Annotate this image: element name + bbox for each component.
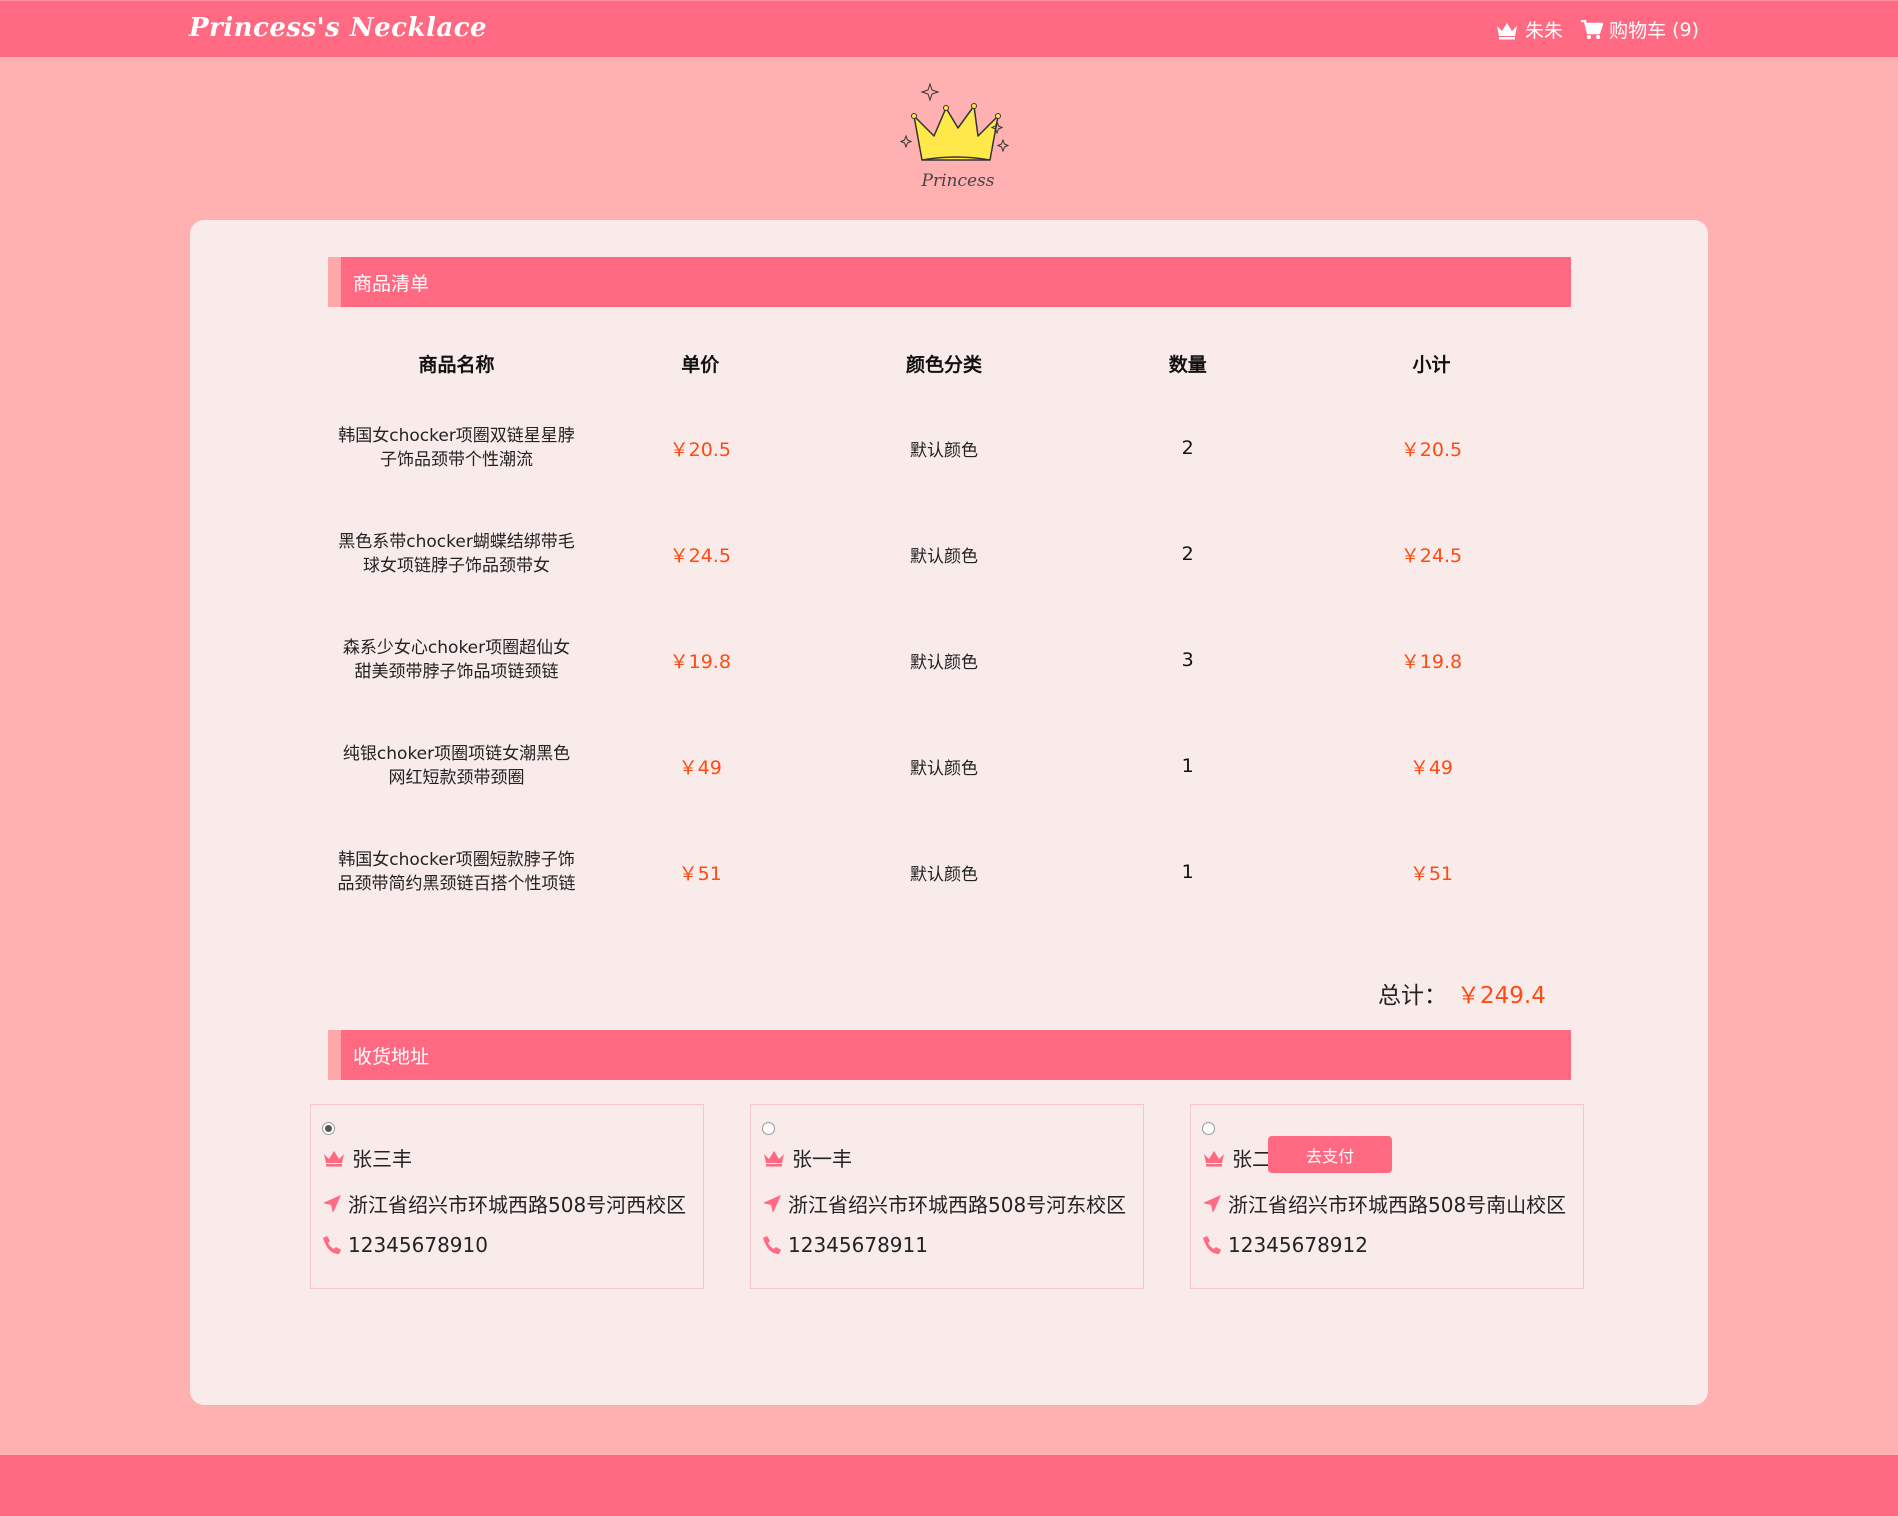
address-card[interactable]: 张三丰 浙江省绍兴市环城西路508号河西校区 12345678910 (310, 1104, 704, 1289)
total-label: 总计： (1378, 983, 1447, 1009)
table-row: 韩国女chocker项圈短款脖子饰 品颈带简约黑颈链百搭个性项链 ￥51 默认颜色… (328, 832, 1560, 912)
address-radio[interactable] (322, 1122, 335, 1135)
recipient-name-line: 张三丰 (322, 1143, 412, 1172)
subtotal: ￥51 (1409, 862, 1454, 885)
quantity: 2 (1181, 543, 1194, 565)
address-section-title: 收货地址 (353, 1046, 430, 1068)
crown-icon (324, 1150, 344, 1166)
phone-icon (323, 1236, 341, 1254)
cart-label: 购物车 (1609, 20, 1667, 42)
product-name[interactable]: 韩国女chocker项圈双链星星脖 子饰品颈带个性潮流 (328, 424, 585, 472)
goods-section-header: 商品清单 (328, 257, 1571, 307)
order-card: 商品清单 商品名称 单价 颜色分类 数量 小计 韩国女chocker项圈双链星星… (190, 220, 1708, 1405)
phone-number: 12345678910 (348, 1233, 488, 1257)
address-text: 浙江省绍兴市环城西路508号河西校区 (348, 1193, 687, 1217)
location-arrow-icon (763, 1194, 781, 1213)
table-row: 韩国女chocker项圈双链星星脖 子饰品颈带个性潮流 ￥20.5 默认颜色 2 … (328, 408, 1560, 488)
address-card[interactable]: 张一丰 浙江省绍兴市环城西路508号河东校区 12345678911 (750, 1104, 1144, 1289)
phone-number: 12345678912 (1228, 1233, 1368, 1257)
recipient-name-line: 张一丰 (762, 1143, 852, 1172)
subtotal: ￥24.5 (1400, 544, 1463, 567)
color-variant: 默认颜色 (909, 440, 978, 461)
location-arrow-icon (1203, 1194, 1221, 1213)
product-name-line: 森系少女心choker项圈超仙女 (342, 638, 571, 658)
color-variant: 默认颜色 (909, 546, 978, 567)
color-variant: 默认颜色 (909, 652, 978, 673)
address-section-header: 收货地址 (328, 1030, 1571, 1080)
cart-link[interactable]: 购物车 (9) (1581, 16, 1699, 43)
user-link[interactable]: 朱朱 (1495, 16, 1563, 43)
crown-icon (764, 1150, 784, 1166)
phone-line: 12345678911 (762, 1233, 928, 1257)
address-text: 浙江省绍兴市环城西路508号南山校区 (1228, 1193, 1567, 1217)
product-name[interactable]: 森系少女心choker项圈超仙女 甜美颈带脖子饰品项链颈链 (328, 636, 585, 684)
user-area: 朱朱 购物车 (9) (1477, 16, 1699, 43)
col-header-name: 商品名称 (418, 354, 495, 376)
col-header-color: 颜色分类 (905, 354, 982, 376)
col-header-price: 单价 (681, 354, 720, 376)
goods-section-title: 商品清单 (353, 273, 430, 295)
phone-icon (1203, 1236, 1221, 1254)
col-header-subtotal: 小计 (1412, 354, 1451, 376)
product-name-line: 子饰品颈带个性潮流 (380, 450, 534, 470)
product-name-line: 网红短款颈带颈圈 (388, 768, 525, 788)
cart-icon (1581, 19, 1604, 39)
quantity: 2 (1181, 437, 1194, 459)
col-header-qty: 数量 (1168, 354, 1207, 376)
address-line: 浙江省绍兴市环城西路508号河西校区 (322, 1189, 686, 1218)
phone-icon (763, 1236, 781, 1254)
table-row: 森系少女心choker项圈超仙女 甜美颈带脖子饰品项链颈链 ￥19.8 默认颜色 … (328, 620, 1560, 700)
unit-price: ￥49 (678, 756, 722, 779)
location-arrow-icon (323, 1194, 341, 1213)
pay-button[interactable]: 去支付 (1268, 1136, 1392, 1173)
top-nav-bar: Princess's Necklace 朱朱 购物车 (9) (0, 0, 1898, 57)
quantity: 1 (1181, 755, 1194, 777)
product-name-line: 纯银choker项圈项链女潮黑色 (342, 744, 571, 764)
address-text: 浙江省绍兴市环城西路508号河东校区 (788, 1193, 1127, 1217)
product-name-line: 球女项链脖子饰品颈带女 (363, 556, 551, 576)
product-name[interactable]: 韩国女chocker项圈短款脖子饰 品颈带简约黑颈链百搭个性项链 (328, 848, 585, 896)
phone-line: 12345678912 (1202, 1233, 1368, 1257)
unit-price: ￥19.8 (669, 650, 731, 673)
product-name-line: 品颈带简约黑颈链百搭个性项链 (337, 874, 576, 894)
table-header: 商品名称 单价 颜色分类 数量 小计 (328, 350, 1560, 377)
phone-number: 12345678911 (788, 1233, 928, 1257)
product-name-line: 韩国女chocker项圈短款脖子饰 (338, 850, 575, 870)
order-total: 总计： ￥249.4 (1378, 976, 1546, 1010)
address-radio[interactable] (1202, 1122, 1215, 1135)
color-variant: 默认颜色 (909, 864, 978, 885)
total-amount: ￥249.4 (1457, 983, 1546, 1009)
color-variant: 默认颜色 (909, 758, 978, 779)
recipient-name: 张一丰 (792, 1147, 852, 1171)
table-row: 纯银choker项圈项链女潮黑色 网红短款颈带颈圈 ￥49 默认颜色 1 ￥49 (328, 726, 1560, 806)
quantity: 1 (1181, 861, 1194, 883)
crown-icon (1497, 22, 1518, 39)
recipient-name: 张三丰 (352, 1147, 412, 1171)
product-name[interactable]: 黑色系带chocker蝴蝶结绑带毛 球女项链脖子饰品颈带女 (328, 530, 585, 578)
address-card[interactable]: 张二丰 浙江省绍兴市环城西路508号南山校区 12345678912 (1190, 1104, 1584, 1289)
phone-line: 12345678910 (322, 1233, 488, 1257)
footer-bar (0, 1455, 1898, 1516)
table-row: 黑色系带chocker蝴蝶结绑带毛 球女项链脖子饰品颈带女 ￥24.5 默认颜色 … (328, 514, 1560, 594)
product-name-line: 甜美颈带脖子饰品项链颈链 (354, 662, 559, 682)
unit-price: ￥51 (678, 862, 722, 885)
product-name-line: 韩国女chocker项圈双链星星脖 (338, 426, 575, 446)
product-name-line: 黑色系带chocker蝴蝶结绑带毛 (338, 532, 575, 552)
unit-price: ￥20.5 (669, 438, 731, 461)
princess-crown-logo: Princess (899, 82, 1010, 191)
cart-count: (9) (1672, 18, 1699, 41)
address-line: 浙江省绍兴市环城西路508号南山校区 (1202, 1189, 1566, 1218)
address-radio[interactable] (762, 1122, 775, 1135)
subtotal: ￥20.5 (1400, 438, 1463, 461)
address-line: 浙江省绍兴市环城西路508号河东校区 (762, 1189, 1126, 1218)
quantity: 3 (1181, 649, 1194, 671)
product-name[interactable]: 纯银choker项圈项链女潮黑色 网红短款颈带颈圈 (328, 742, 585, 790)
subtotal: ￥19.8 (1400, 650, 1463, 673)
subtotal: ￥49 (1409, 756, 1454, 779)
crown-icon (1204, 1150, 1224, 1166)
user-name: 朱朱 (1525, 20, 1564, 42)
logo-text: Princess (921, 171, 995, 191)
unit-price: ￥24.5 (669, 544, 731, 567)
brand-title[interactable]: Princess's Necklace (189, 13, 487, 43)
